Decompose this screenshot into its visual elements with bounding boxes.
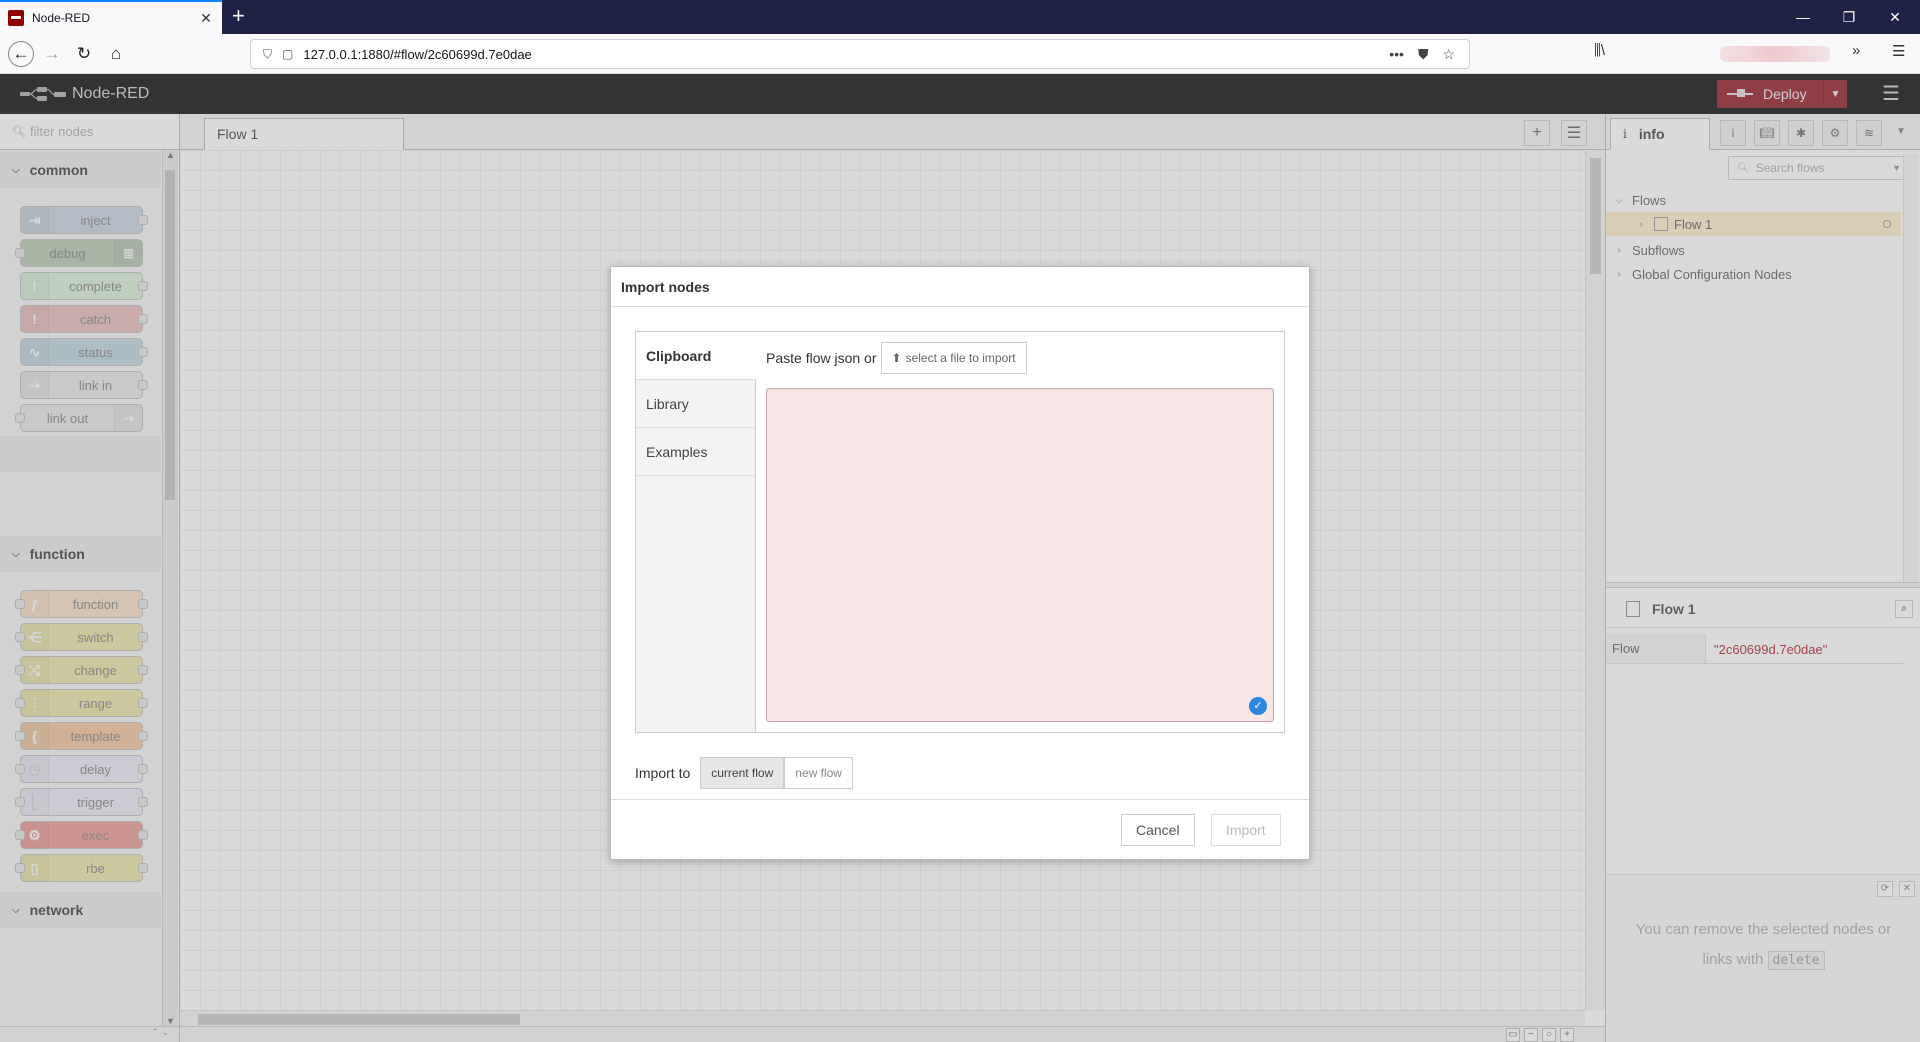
overflow-chevron-icon[interactable]: » <box>1852 42 1860 59</box>
paste-label: Paste flow json or <box>766 350 877 366</box>
select-file-button[interactable]: ⬆ select a file to import <box>880 342 1027 374</box>
import-to-row: Import to current flow new flow <box>635 757 853 789</box>
dialog-footer: Cancel Import <box>611 799 1309 859</box>
import-source-tabs: Clipboard Library Examples <box>636 332 757 732</box>
close-window-button[interactable]: ✕ <box>1872 0 1918 34</box>
import-target-toggle: current flow new flow <box>700 757 853 789</box>
paste-row: Paste flow json or ⬆ select a file to im… <box>766 342 1027 374</box>
close-tab-icon[interactable]: ✕ <box>198 10 214 27</box>
import-body: Clipboard Library Examples Paste flow js… <box>635 331 1285 733</box>
current-flow-option[interactable]: current flow <box>700 757 785 789</box>
more-actions-icon[interactable]: ••• <box>1389 46 1404 62</box>
url-text[interactable]: 127.0.0.1:1880/#flow/2c60699d.7e0dae <box>303 47 1389 62</box>
browser-menu-icon[interactable]: ☰ <box>1892 42 1905 60</box>
new-tab-button[interactable]: + <box>232 5 245 27</box>
select-file-label: select a file to import <box>905 351 1016 365</box>
import-button[interactable]: Import <box>1211 814 1281 846</box>
import-to-label: Import to <box>635 765 691 781</box>
back-button[interactable]: ← <box>8 41 34 67</box>
bookmark-star-icon[interactable]: ☆ <box>1442 46 1455 63</box>
restore-window-button[interactable]: ❐ <box>1826 0 1872 34</box>
minimize-window-button[interactable]: — <box>1780 0 1826 34</box>
library-icon[interactable]: ⫼\ <box>1594 42 1605 59</box>
home-button[interactable]: ⌂ <box>104 42 128 66</box>
tab-library[interactable]: Library <box>636 380 756 428</box>
dialog-title: Import nodes <box>611 267 1309 307</box>
node-red-favicon-icon <box>8 10 24 26</box>
tab-examples[interactable]: Examples <box>636 428 756 476</box>
forward-button[interactable]: → <box>40 42 64 66</box>
pocket-icon[interactable]: ⛊ <box>1418 46 1429 63</box>
shield-icon[interactable]: ⛉ <box>263 47 272 62</box>
check-circle-icon: ✓ <box>1249 697 1267 715</box>
blurred-toolbar-area <box>1720 46 1830 62</box>
browser-tab-title: Node-RED <box>32 11 91 25</box>
browser-nav-bar: ← → ↻ ⌂ ⛉ ▢ 127.0.0.1:1880/#flow/2c60699… <box>0 34 1920 74</box>
import-nodes-dialog: Import nodes Clipboard Library Examples … <box>610 266 1310 860</box>
reload-button[interactable]: ↻ <box>72 42 96 66</box>
upload-icon: ⬆ <box>891 351 902 365</box>
flow-json-textarea[interactable]: ✓ <box>766 388 1274 722</box>
browser-tab-bar: Node-RED ✕ + — ❐ ✕ <box>0 0 1920 34</box>
tab-clipboard[interactable]: Clipboard <box>636 332 757 380</box>
new-flow-option[interactable]: new flow <box>784 757 853 789</box>
cancel-button[interactable]: Cancel <box>1121 814 1195 846</box>
page-icon: ▢ <box>282 47 294 61</box>
url-bar[interactable]: ⛉ ▢ 127.0.0.1:1880/#flow/2c60699d.7e0dae… <box>250 39 1470 69</box>
browser-tab[interactable]: Node-RED ✕ <box>0 0 222 34</box>
